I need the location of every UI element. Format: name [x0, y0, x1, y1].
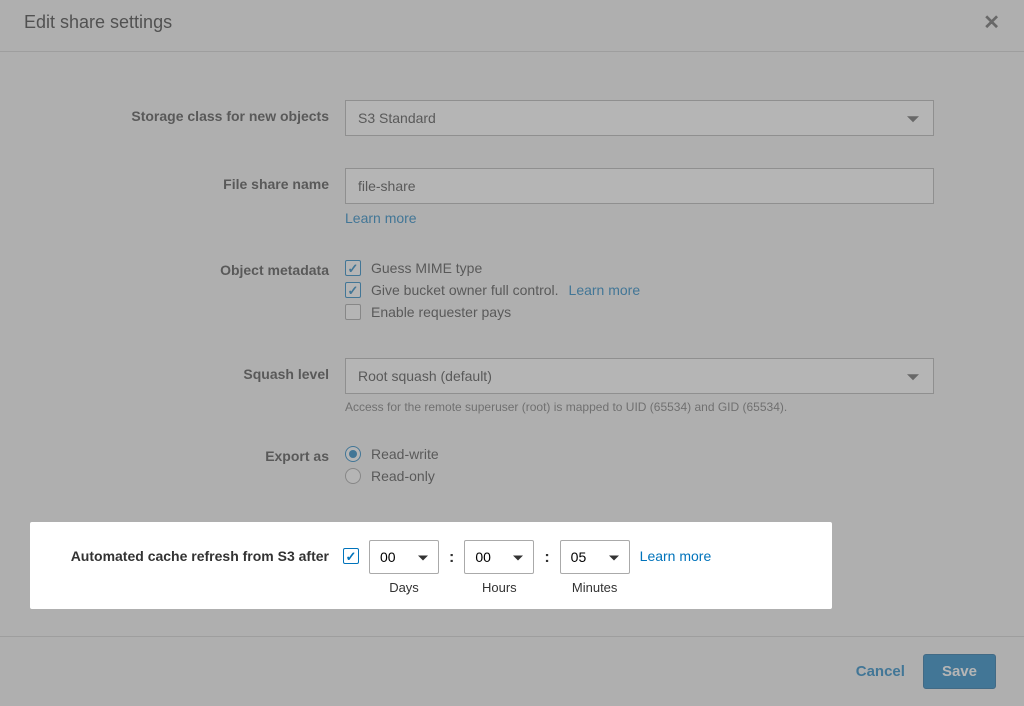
row-cache-refresh: Automated cache refresh from S3 after 00… [30, 522, 832, 609]
cache-days-select[interactable]: 00 [369, 540, 439, 574]
cache-hours-select[interactable]: 00 [464, 540, 534, 574]
cache-refresh-checkbox[interactable] [343, 548, 359, 564]
cache-minutes-caption: Minutes [572, 580, 618, 595]
cache-refresh-learn-more-link[interactable]: Learn more [640, 548, 712, 564]
cache-minutes-select[interactable]: 05 [560, 540, 630, 574]
time-separator-2: : [544, 549, 549, 587]
time-separator-1: : [449, 549, 454, 587]
cache-hours-caption: Hours [482, 580, 517, 595]
cache-minutes-value: 05 [571, 549, 587, 565]
cache-days-caption: Days [389, 580, 419, 595]
label-cache-refresh: Automated cache refresh from S3 after [42, 540, 343, 564]
cache-hours-value: 00 [475, 549, 491, 565]
cache-days-value: 00 [380, 549, 396, 565]
